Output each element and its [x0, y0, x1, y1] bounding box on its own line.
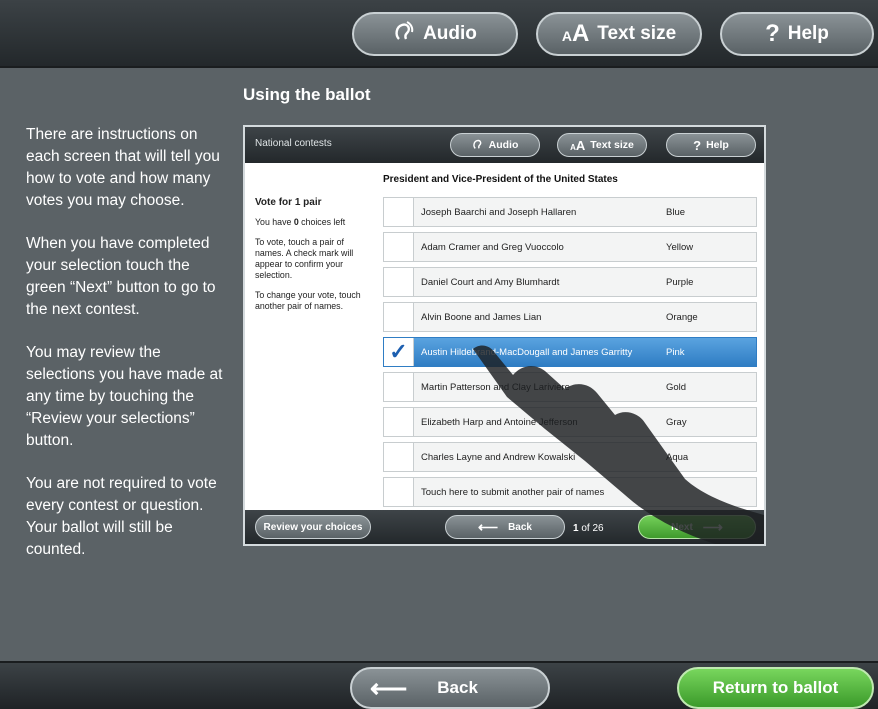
choices-left: You have 0 choices left	[255, 217, 346, 227]
vote-for-label: Vote for 1 pair	[255, 197, 322, 208]
return-to-ballot-button[interactable]: Return to ballot	[677, 667, 874, 709]
candidate-row: Martin Patterson and Clay Lariviere Gold	[383, 372, 757, 402]
screen-header: National contests Audio AA Text size ? H…	[245, 127, 764, 163]
audio-label: Audio	[423, 23, 477, 44]
ballot-screen-illustration: National contests Audio AA Text size ? H…	[243, 125, 766, 546]
candidate-name: Adam Cramer and Greg Vuoccolo	[421, 241, 564, 253]
screen-text-size-button: AA Text size	[557, 133, 647, 157]
text-size-icon: AA	[561, 20, 590, 47]
candidate-row: ✓ Austin Hildebrand-MacDougall and James …	[383, 337, 757, 367]
screen-text-size-label: Text size	[590, 139, 634, 151]
candidate-party: Gray	[666, 416, 687, 428]
candidate-checkbox	[384, 443, 414, 471]
candidate-checkbox	[384, 303, 414, 331]
instruction-text: There are instructions on each screen th…	[26, 126, 220, 209]
screen-audio-label: Audio	[488, 139, 519, 151]
candidate-row: Daniel Court and Amy Blumhardt Purple	[383, 267, 757, 297]
candidate-party: Blue	[666, 206, 686, 218]
candidate-name: Martin Patterson and Clay Lariviere	[421, 381, 570, 393]
candidate-party: Gold	[666, 381, 687, 393]
candidate-row: Adam Cramer and Greg Vuoccolo Yellow	[383, 232, 757, 262]
candidate-name: Joseph Baarchi and Joseph Hallaren	[421, 206, 577, 218]
candidate-party: Aqua	[666, 451, 689, 463]
audio-icon	[393, 19, 415, 50]
candidate-name: Charles Layne and Andrew Kowalski	[421, 451, 576, 463]
audio-button[interactable]: Audio	[352, 12, 518, 56]
candidate-checkbox	[384, 373, 414, 401]
return-label: Return to ballot	[712, 678, 839, 697]
candidate-row: Alvin Boone and James Lian Orange	[383, 302, 757, 332]
screen-back-button: ⟵ Back	[445, 515, 565, 539]
screen-help-button: ? Help	[666, 133, 756, 157]
candidate-checkbox	[384, 198, 414, 226]
change-help: To change your vote, touch another pair …	[255, 290, 361, 311]
candidate-name: Daniel Court and Amy Blumhardt	[421, 276, 560, 288]
contest-title: President and Vice-President of the Unit…	[383, 174, 618, 185]
text-size-label: Text size	[597, 23, 677, 44]
text-size-icon: AA	[570, 137, 586, 153]
candidate-party: Orange	[666, 311, 698, 323]
instruction-text: When you have completed your selection t…	[26, 235, 216, 318]
page-indicator: 1 of 26	[573, 523, 604, 534]
candidate-row: Joseph Baarchi and Joseph Hallaren Blue	[383, 197, 757, 227]
candidate-checkbox	[384, 408, 414, 436]
top-toolbar: Audio AA Text size ? Help	[0, 0, 878, 68]
help-icon: ?	[693, 137, 702, 153]
text-size-button[interactable]: AA Text size	[536, 12, 702, 56]
page-title: Using the ballot	[243, 85, 371, 104]
instructions-panel: There are instructions on each screen th…	[26, 124, 224, 582]
help-icon: ?	[765, 20, 780, 47]
screen-next-button: Next ⟶	[638, 515, 756, 539]
next-label: Next	[671, 521, 693, 533]
candidate-name: Elizabeth Harp and Antoine Jefferson	[421, 416, 578, 428]
candidate-name: Alvin Boone and James Lian	[421, 311, 542, 323]
help-button[interactable]: ? Help	[720, 12, 874, 56]
screen-audio-button: Audio	[450, 133, 540, 157]
bottom-toolbar: ⟵ Back Return to ballot	[0, 661, 878, 709]
review-choices-button: Review your choices	[255, 515, 371, 539]
contest-instructions: Vote for 1 pair You have 0 choices left …	[255, 197, 367, 321]
screen-help-label: Help	[706, 139, 729, 151]
candidate-name: Touch here to submit another pair of nam…	[421, 486, 605, 498]
arrow-left-icon: ⟵	[478, 518, 499, 535]
candidate-party: Yellow	[666, 241, 694, 253]
candidate-checkbox	[384, 268, 414, 296]
candidate-name: Austin Hildebrand-MacDougall and James G…	[421, 346, 633, 358]
instruction-text: You may review the selections you have m…	[26, 344, 223, 449]
help-label: Help	[787, 23, 829, 44]
candidate-checkbox	[384, 233, 414, 261]
candidate-party: Pink	[666, 346, 685, 358]
candidate-checkbox	[384, 478, 414, 506]
screen-footer: Review your choices ⟵ Back 1 of 26 Next …	[245, 510, 764, 544]
arrow-left-icon: ⟵	[370, 672, 408, 703]
candidate-row: Charles Layne and Andrew Kowalski Aqua	[383, 442, 757, 472]
candidate-row: Elizabeth Harp and Antoine Jefferson Gray	[383, 407, 757, 437]
touch-help: To vote, touch a pair of names. A check …	[255, 237, 354, 280]
candidate-row: Touch here to submit another pair of nam…	[383, 477, 757, 507]
back-button-label: Back	[437, 678, 478, 697]
back-button[interactable]: ⟵ Back	[350, 667, 550, 709]
checkmark-icon: ✓	[389, 339, 408, 364]
back-label: Back	[508, 521, 532, 533]
review-label: Review your choices	[263, 521, 363, 533]
instruction-text: You are not required to vote every conte…	[26, 475, 217, 558]
candidate-party: Purple	[666, 276, 694, 288]
arrow-right-icon: ⟶	[702, 518, 723, 535]
contest-category: National contests	[255, 138, 332, 149]
candidate-checkbox: ✓	[384, 338, 414, 366]
audio-icon	[472, 137, 484, 154]
